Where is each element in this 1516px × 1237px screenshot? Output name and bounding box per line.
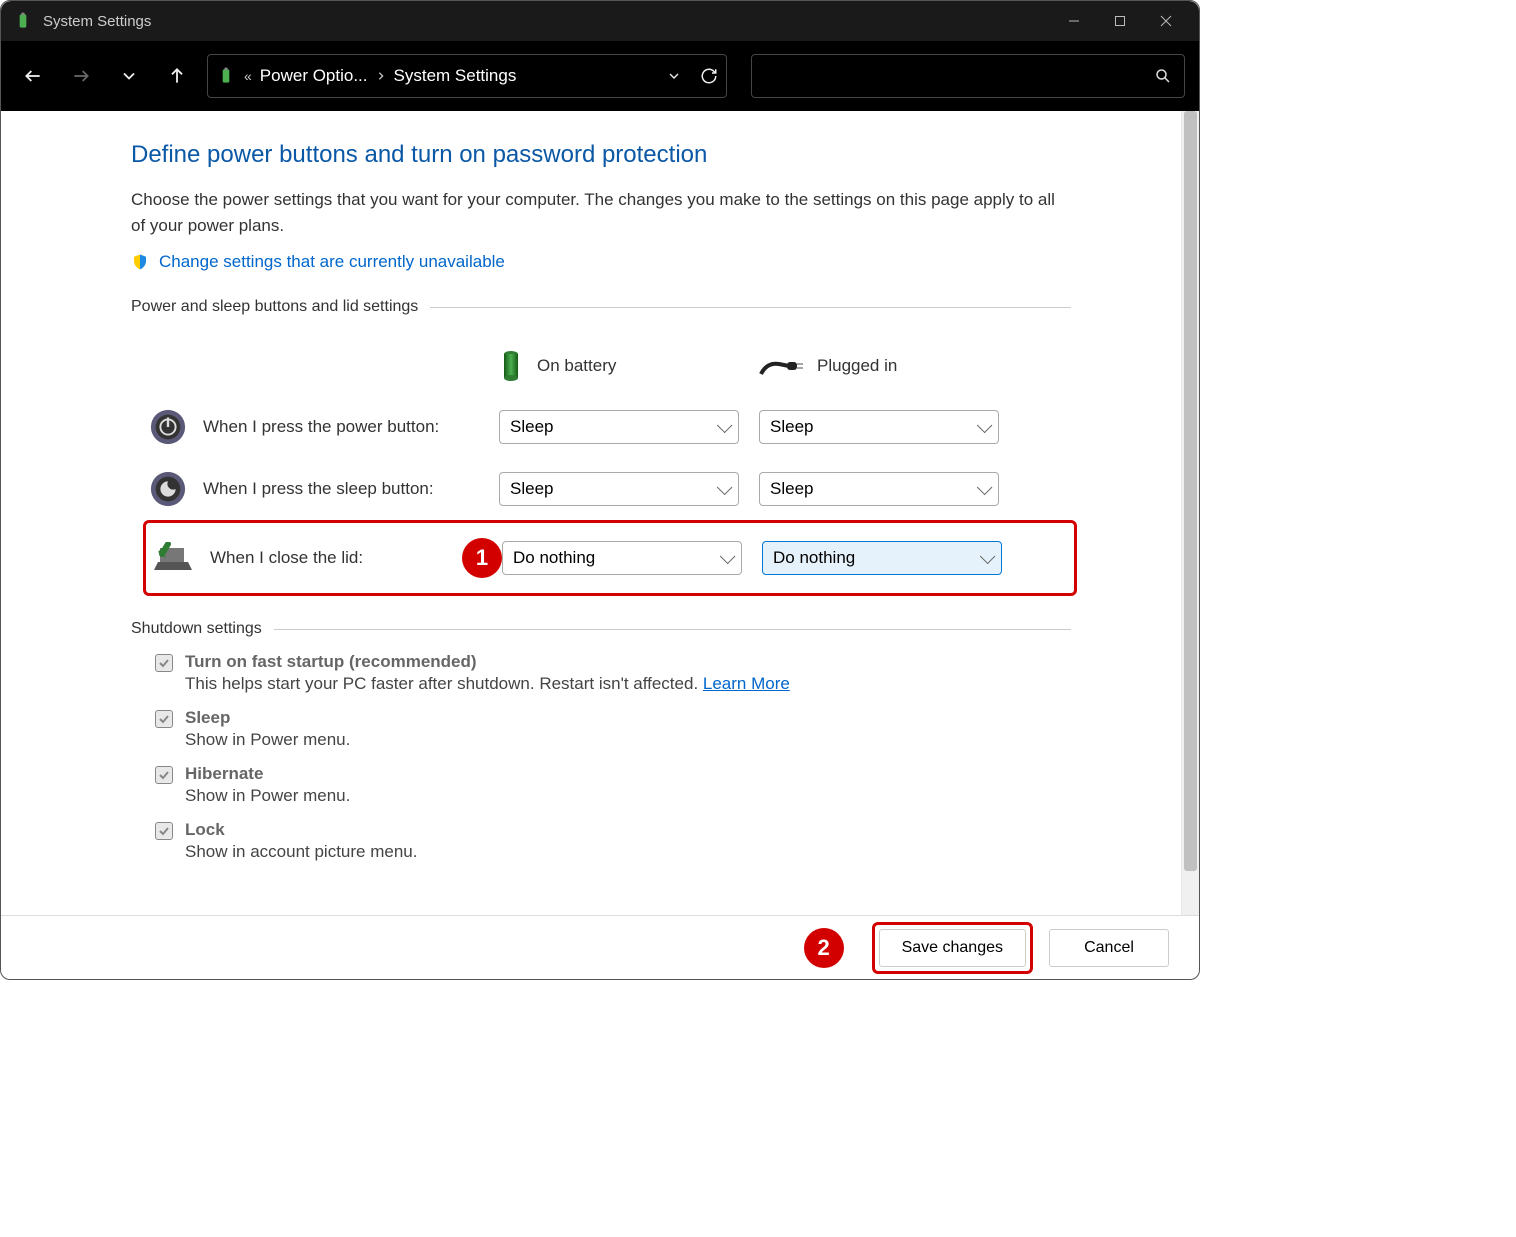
search-icon bbox=[1154, 67, 1172, 85]
breadcrumb-item-power-options[interactable]: Power Optio... bbox=[260, 66, 368, 86]
checkbox-hibernate bbox=[155, 766, 173, 784]
scrollbar-thumb[interactable] bbox=[1184, 111, 1197, 871]
chevron-right-icon bbox=[376, 71, 386, 81]
learn-more-link[interactable]: Learn More bbox=[703, 674, 790, 693]
plug-icon bbox=[759, 354, 803, 378]
shutdown-lock: Lock Show in account picture menu. bbox=[155, 820, 1071, 862]
titlebar: System Settings bbox=[1, 1, 1199, 41]
checkbox-fast-startup bbox=[155, 654, 173, 672]
up-button[interactable] bbox=[159, 58, 195, 94]
shutdown-sleep: Sleep Show in Power menu. bbox=[155, 708, 1071, 750]
address-bar[interactable]: « Power Optio... System Settings bbox=[207, 54, 727, 98]
page-title: Define power buttons and turn on passwor… bbox=[131, 141, 1071, 169]
breadcrumb-item-system-settings[interactable]: System Settings bbox=[394, 66, 517, 86]
chevron-down-icon[interactable] bbox=[666, 68, 682, 84]
row-close-lid: When I close the lid: 1 Do nothing Do no… bbox=[152, 527, 1068, 589]
select-power-button-battery[interactable]: Sleep bbox=[499, 410, 739, 444]
minimize-button[interactable] bbox=[1051, 1, 1097, 41]
footer: 2 Save changes Cancel bbox=[1, 915, 1199, 979]
select-sleep-button-battery[interactable]: Sleep bbox=[499, 472, 739, 506]
column-on-battery: On battery bbox=[499, 348, 759, 384]
back-button[interactable] bbox=[15, 58, 51, 94]
forward-button[interactable] bbox=[63, 58, 99, 94]
change-unavailable-settings-link[interactable]: Change settings that are currently unava… bbox=[131, 252, 1071, 272]
battery-icon bbox=[499, 348, 523, 384]
admin-link-text: Change settings that are currently unava… bbox=[159, 252, 505, 272]
select-lid-battery[interactable]: Do nothing bbox=[502, 541, 742, 575]
checkbox-lock bbox=[155, 822, 173, 840]
column-plugged-in: Plugged in bbox=[759, 354, 1019, 378]
annotation-badge-1: 1 bbox=[462, 538, 502, 578]
save-changes-button[interactable]: Save changes bbox=[879, 929, 1026, 967]
select-power-button-plugged[interactable]: Sleep bbox=[759, 410, 999, 444]
select-lid-plugged[interactable]: Do nothing bbox=[762, 541, 1002, 575]
battery-icon bbox=[216, 66, 236, 86]
shield-icon bbox=[131, 253, 149, 271]
select-sleep-button-plugged[interactable]: Sleep bbox=[759, 472, 999, 506]
cancel-button[interactable]: Cancel bbox=[1049, 929, 1169, 967]
section-shutdown-label: Shutdown settings bbox=[131, 620, 1071, 638]
refresh-icon[interactable] bbox=[700, 67, 718, 85]
row-power-button: When I press the power button: Sleep Sle… bbox=[149, 396, 1071, 458]
page-description: Choose the power settings that you want … bbox=[131, 187, 1071, 238]
laptop-lid-icon bbox=[152, 542, 194, 574]
annotation-1-highlight: When I close the lid: 1 Do nothing Do no… bbox=[143, 520, 1077, 596]
row-sleep-button: When I press the sleep button: Sleep Sle… bbox=[149, 458, 1071, 520]
annotation-badge-2: 2 bbox=[804, 928, 844, 968]
sleep-button-icon bbox=[149, 470, 187, 508]
navbar: « Power Optio... System Settings bbox=[1, 41, 1199, 111]
window-title: System Settings bbox=[43, 13, 1051, 30]
recent-dropdown-button[interactable] bbox=[111, 58, 147, 94]
shutdown-hibernate: Hibernate Show in Power menu. bbox=[155, 764, 1071, 806]
close-button[interactable] bbox=[1143, 1, 1189, 41]
scrollbar[interactable] bbox=[1181, 111, 1199, 915]
battery-app-icon bbox=[13, 11, 33, 31]
maximize-button[interactable] bbox=[1097, 1, 1143, 41]
power-button-icon bbox=[149, 408, 187, 446]
checkbox-sleep bbox=[155, 710, 173, 728]
search-box[interactable] bbox=[751, 54, 1185, 98]
shutdown-fast-startup: Turn on fast startup (recommended) This … bbox=[155, 652, 1071, 694]
breadcrumb-prefix: « bbox=[244, 68, 252, 84]
section-power-sleep-label: Power and sleep buttons and lid settings bbox=[131, 298, 1071, 316]
annotation-2-highlight: Save changes bbox=[872, 922, 1033, 974]
